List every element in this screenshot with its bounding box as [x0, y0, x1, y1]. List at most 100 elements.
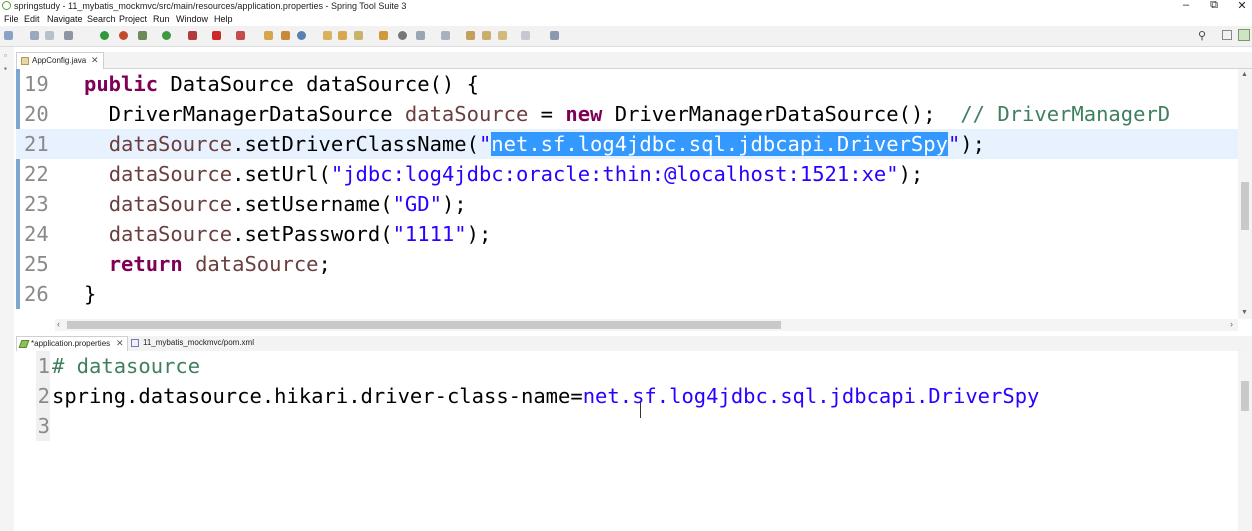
- annotation-next-icon[interactable]: [416, 31, 425, 40]
- code-line[interactable]: 21 dataSource.setDriverClassName("net.sf…: [16, 129, 1238, 159]
- scroll-down-icon[interactable]: ▼: [1241, 309, 1248, 316]
- close-tab-icon[interactable]: ✕: [91, 55, 99, 66]
- tab-label: *application.properties: [31, 339, 111, 348]
- top-editor-vscrollbar[interactable]: ▲ ▼: [1238, 69, 1252, 319]
- search-icon[interactable]: ⚲: [1198, 29, 1206, 42]
- scroll-up-icon[interactable]: ▲: [1241, 71, 1248, 78]
- code-line[interactable]: 20 DriverManagerDataSource dataSource = …: [16, 99, 1238, 129]
- print-icon[interactable]: [64, 31, 73, 40]
- minimize-button[interactable]: –: [1176, 0, 1196, 11]
- debug-icon[interactable]: [138, 31, 147, 40]
- forward-nav-icon[interactable]: [521, 31, 530, 40]
- code-line[interactable]: 2 spring.datasource.hikari.driver-class-n…: [16, 381, 1238, 411]
- code-token: new: [565, 102, 603, 126]
- menu-help[interactable]: Help: [214, 14, 233, 24]
- code-token: return: [108, 252, 183, 276]
- code-line[interactable]: 1 # datasource: [16, 351, 1238, 381]
- menu-run[interactable]: Run: [153, 14, 170, 24]
- code-token: net.sf.log4jdbc.sql.jdbcapi.DriverSpy: [491, 132, 948, 156]
- code-line[interactable]: 26}: [16, 279, 1238, 309]
- hscroll-thumb[interactable]: [67, 321, 781, 329]
- last-edit-icon[interactable]: [466, 31, 475, 40]
- top-editor-hscrollbar[interactable]: ‹ ›: [55, 319, 1238, 331]
- external-tools-icon[interactable]: [188, 31, 197, 40]
- code-token: ": [947, 132, 961, 156]
- menu-edit[interactable]: Edit: [24, 14, 40, 24]
- code-token: .setPassword(: [232, 222, 393, 246]
- line-number: 22: [24, 162, 49, 186]
- java-editor[interactable]: 19 public DataSource dataSource() {20 Dri…: [16, 69, 1238, 319]
- menu-project[interactable]: Project: [119, 14, 147, 24]
- tab-label: AppConfig.java: [32, 56, 87, 65]
- scroll-thumb[interactable]: [1241, 182, 1249, 230]
- code-token: dataSource: [108, 222, 233, 246]
- top-editor-tabs: AppConfig.java ✕: [16, 52, 1252, 69]
- restore-icon[interactable]: ▫: [4, 51, 7, 60]
- code-line[interactable]: 19 public DataSource dataSource() {: [16, 69, 1238, 99]
- code-line[interactable]: 22 dataSource.setUrl("jdbc:log4jdbc:orac…: [16, 159, 1238, 189]
- new-interface-icon[interactable]: [297, 31, 306, 40]
- new-package-icon[interactable]: [264, 31, 273, 40]
- code-token: =: [528, 102, 566, 126]
- back-icon[interactable]: [482, 31, 491, 40]
- code-line[interactable]: 24 dataSource.setPassword("1111");: [16, 219, 1238, 249]
- code-line[interactable]: 23 dataSource.setUsername("GD");: [16, 189, 1238, 219]
- tab-application-properties[interactable]: *application.properties ✕: [16, 336, 128, 352]
- line-number: 23: [24, 192, 49, 216]
- java-file-icon: [21, 57, 29, 65]
- open-resource-icon[interactable]: [338, 31, 347, 40]
- close-tab-icon[interactable]: ✕: [116, 338, 124, 349]
- refresh-icon[interactable]: [119, 31, 128, 40]
- stop-icon[interactable]: [212, 31, 221, 40]
- forward-icon[interactable]: [498, 31, 507, 40]
- save-icon[interactable]: [30, 31, 39, 40]
- close-window-button[interactable]: ✕: [1232, 0, 1252, 12]
- bottom-editor-tabs: *application.properties ✕ 11_mybatis_moc…: [16, 336, 1252, 352]
- line-number: 19: [24, 72, 49, 96]
- open-type-icon[interactable]: [323, 31, 332, 40]
- scroll-left-icon[interactable]: ‹: [57, 319, 60, 329]
- bottom-editor-vscrollbar[interactable]: [1238, 351, 1252, 531]
- menu-search[interactable]: Search: [87, 14, 116, 24]
- code-token: "1111": [392, 222, 467, 246]
- toggle-mark-icon[interactable]: [398, 31, 407, 40]
- menu-bar: File Edit Navigate Search Project Run Wi…: [0, 13, 1252, 26]
- title-bar: springstudy - 11_mybatis_mockmvc/src/mai…: [0, 0, 1252, 13]
- code-token: dataSource: [404, 102, 529, 126]
- code-token: .setUsername(: [232, 192, 393, 216]
- menu-navigate[interactable]: Navigate: [47, 14, 83, 24]
- code-token: DriverManagerDataSource: [84, 102, 405, 126]
- code-line[interactable]: 25 return dataSource;: [16, 249, 1238, 279]
- server-icon[interactable]: [236, 31, 245, 40]
- tab-pom-xml[interactable]: 11_mybatis_mockmvc/pom.xml: [128, 336, 268, 351]
- pin-editor-icon[interactable]: [550, 31, 559, 40]
- code-token: dataSource: [195, 252, 319, 276]
- code-token: .setUrl(: [232, 162, 331, 186]
- menu-file[interactable]: File: [4, 14, 19, 24]
- code-text: # datasource: [52, 351, 200, 381]
- code-text: public DataSource dataSource() {: [84, 69, 479, 99]
- run-icon[interactable]: [162, 31, 171, 40]
- main-toolbar: ⚲: [0, 26, 1252, 47]
- task-icon[interactable]: [379, 31, 388, 40]
- maximize-button[interactable]: ⧉: [1204, 0, 1224, 12]
- code-token: ;: [318, 252, 331, 276]
- save-all-icon[interactable]: [45, 31, 54, 40]
- perspective-icon[interactable]: [1222, 30, 1232, 40]
- scroll-thumb[interactable]: [1241, 381, 1249, 411]
- new-icon[interactable]: [4, 31, 13, 40]
- java-perspective-icon[interactable]: [1238, 29, 1250, 41]
- scroll-right-icon[interactable]: ›: [1230, 319, 1233, 329]
- properties-editor[interactable]: 1 # datasource 2 spring.datasource.hikari.d…: [16, 351, 1238, 531]
- code-line[interactable]: 3: [16, 411, 1238, 441]
- package-explorer-icon[interactable]: ▪: [4, 64, 7, 73]
- code-token: "GD": [392, 192, 442, 216]
- tab-appconfig[interactable]: AppConfig.java ✕: [16, 52, 104, 69]
- menu-window[interactable]: Window: [176, 14, 208, 24]
- annotation-prev-icon[interactable]: [441, 31, 450, 40]
- spring-icon[interactable]: [100, 31, 109, 40]
- new-class-icon[interactable]: [281, 31, 290, 40]
- search-tool-icon[interactable]: [354, 31, 363, 40]
